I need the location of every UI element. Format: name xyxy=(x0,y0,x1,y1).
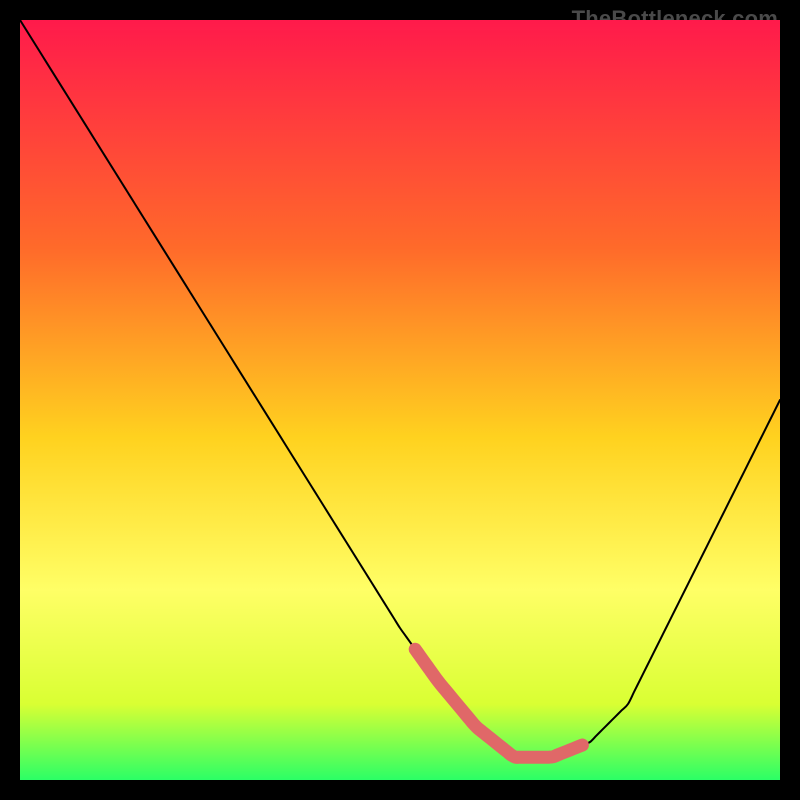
plot-area xyxy=(20,20,780,780)
gradient-bg xyxy=(20,20,780,780)
chart-svg xyxy=(20,20,780,780)
chart-container: TheBottleneck.com xyxy=(0,0,800,800)
